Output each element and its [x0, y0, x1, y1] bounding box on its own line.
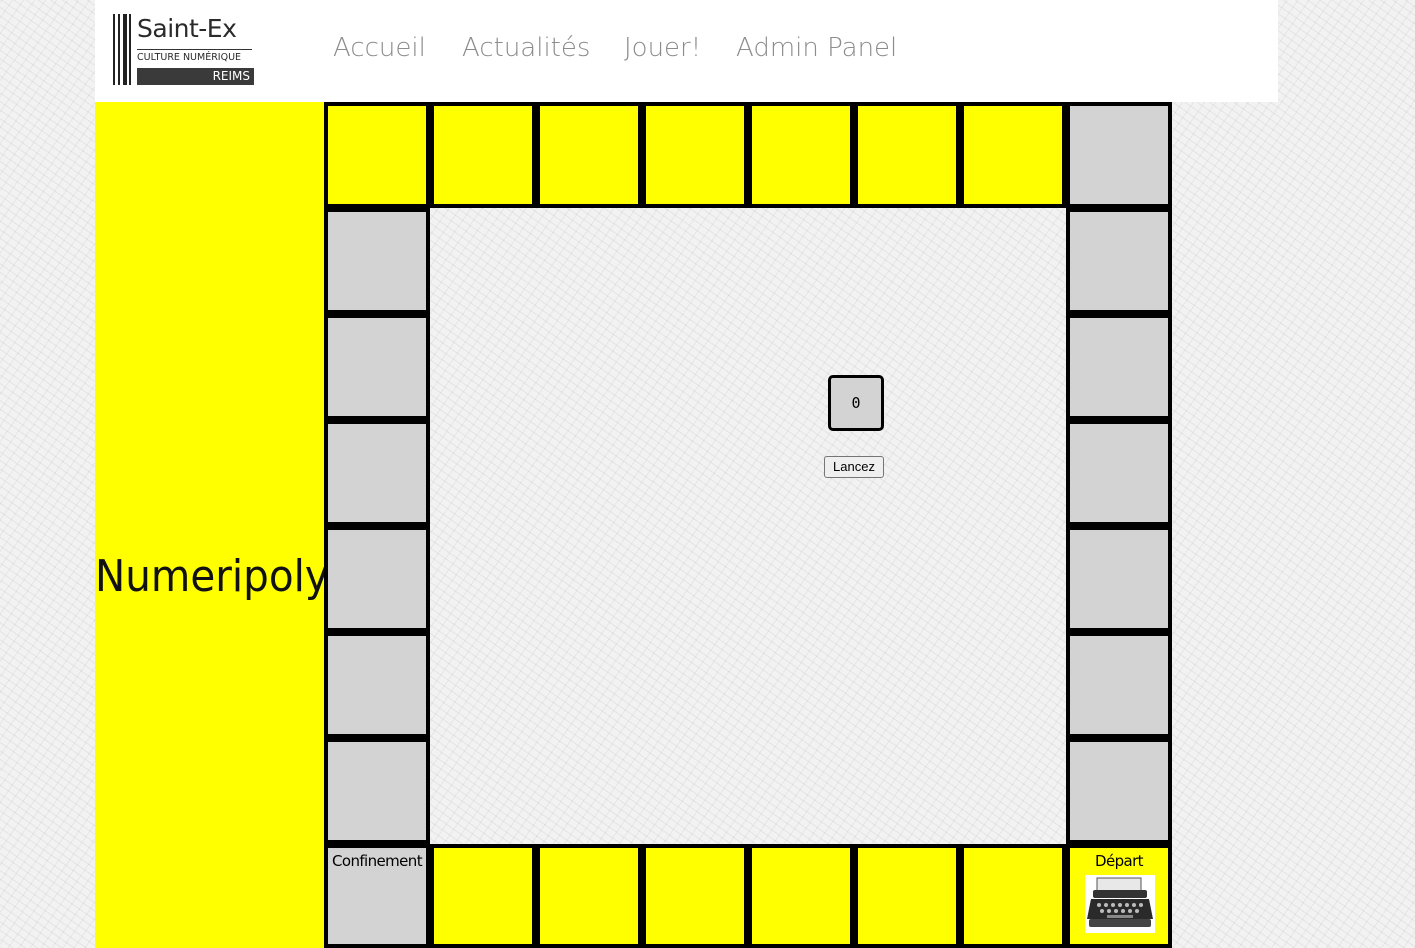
board-cell-top-3	[536, 102, 642, 208]
board-cell-depart: Départ	[1066, 844, 1172, 948]
site-header: Saint-Ex CULTURE NUMÉRIQUE REIMS Accueil…	[95, 0, 1278, 102]
board-cell-top-6	[854, 102, 960, 208]
board-cell-left-6	[324, 738, 430, 844]
saint-ex-logo[interactable]: Saint-Ex CULTURE NUMÉRIQUE REIMS	[113, 14, 254, 85]
board-cell-top-7	[960, 102, 1066, 208]
logo-subtitle: CULTURE NUMÉRIQUE	[137, 49, 252, 64]
game-sidebar: Numeripoly	[95, 102, 329, 948]
game-title: Numeripoly	[95, 551, 329, 602]
nav-link-accueil[interactable]: Accueil	[333, 28, 426, 68]
board-cell-top-2	[430, 102, 536, 208]
board-cell-right-3	[1066, 420, 1172, 526]
logo-bars-icon	[113, 14, 133, 85]
board-cell-right-1	[1066, 208, 1172, 314]
logo-name: Saint-Ex	[137, 14, 237, 43]
board-cell-right-6	[1066, 738, 1172, 844]
board-cell-bottom-2	[536, 844, 642, 948]
board-cell-bottom-4	[748, 844, 854, 948]
board-cell-left-2	[324, 314, 430, 420]
confinement-label: Confinement	[332, 852, 423, 870]
board-cell-bottom-1	[430, 844, 536, 948]
board-cell-left-5	[324, 632, 430, 738]
board-cell-top-1	[324, 102, 430, 208]
board-cell-left-3	[324, 420, 430, 526]
board-cell-right-5	[1066, 632, 1172, 738]
nav-link-admin-panel[interactable]: Admin Panel	[736, 28, 897, 68]
board-cell-left-4	[324, 526, 430, 632]
board-cell-right-2	[1066, 314, 1172, 420]
board-cell-left-1	[324, 208, 430, 314]
board-cell-confinement: Confinement	[324, 844, 430, 948]
roll-dice-button[interactable]: Lancez	[824, 456, 884, 478]
board-cell-bottom-3	[642, 844, 748, 948]
nav-link-jouer[interactable]: Jouer!	[624, 28, 701, 68]
typewriter-icon	[1085, 875, 1155, 933]
nav-link-actualites[interactable]: Actualités	[462, 28, 590, 68]
depart-label: Départ	[1095, 852, 1144, 870]
dice-display: 0	[828, 375, 884, 431]
board-cell-top-right-corner	[1066, 102, 1172, 208]
game-board: Confinement Départ 0 Lancez	[324, 102, 1172, 948]
board-cell-top-4	[642, 102, 748, 208]
board-cell-bottom-6	[960, 844, 1066, 948]
board-cell-bottom-5	[854, 844, 960, 948]
board-cell-top-5	[748, 102, 854, 208]
logo-city: REIMS	[137, 68, 254, 85]
board-cell-right-4	[1066, 526, 1172, 632]
board-center: 0 Lancez	[430, 208, 1066, 844]
